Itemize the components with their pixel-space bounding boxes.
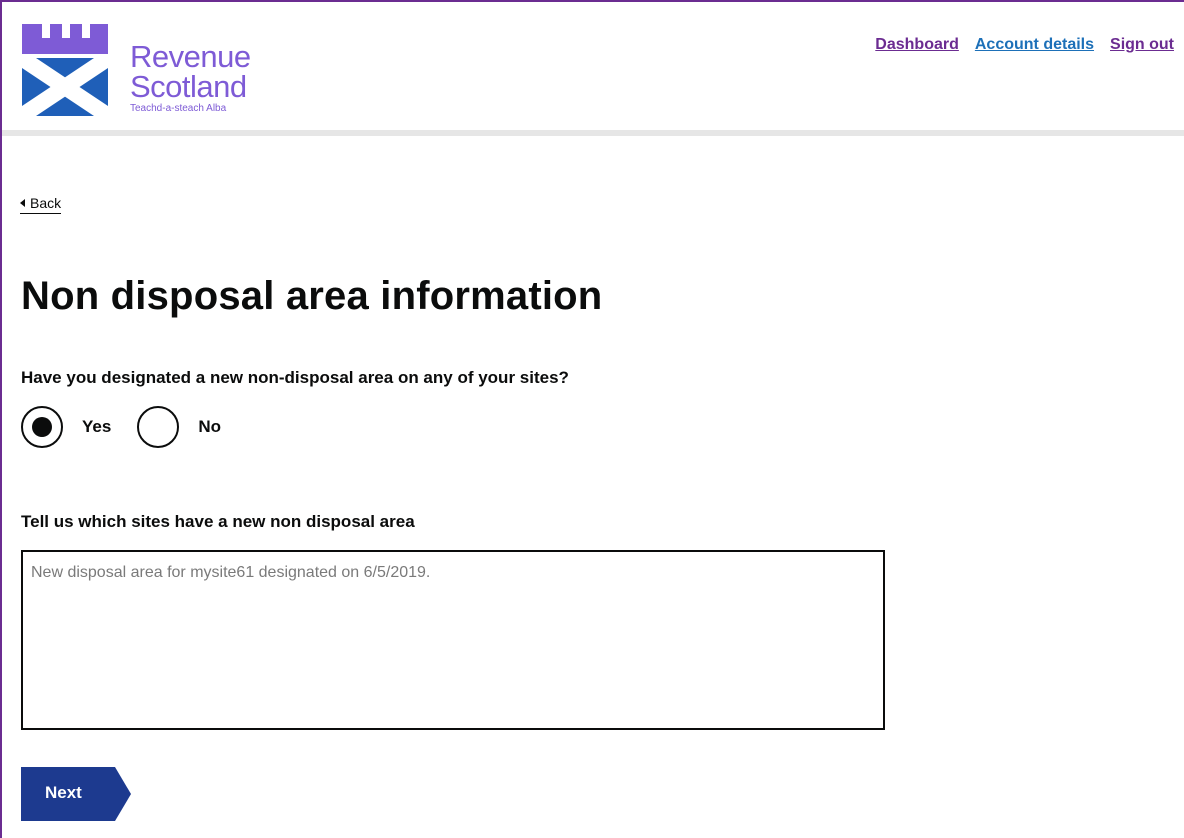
header-divider [2, 130, 1184, 136]
sign-out-link[interactable]: Sign out [1110, 36, 1174, 54]
radio-option-no[interactable]: No [137, 406, 221, 448]
radio-yes-button[interactable] [21, 406, 63, 448]
radio-no-label: No [198, 417, 221, 436]
question-label: Have you designated a new non-disposal a… [21, 368, 569, 387]
back-link[interactable]: Back [20, 195, 62, 214]
site-header: Revenue Scotland Teachd-a-steach Alba Da… [2, 2, 1184, 130]
radio-no-button[interactable] [137, 406, 180, 448]
radio-yes-label: Yes [82, 417, 112, 436]
castle-saltire-icon [22, 24, 108, 116]
back-arrow-icon [20, 199, 25, 207]
radio-selected-dot [32, 417, 52, 437]
sites-field-label: Tell us which sites have a new non dispo… [21, 512, 415, 531]
back-link-label: Back [30, 195, 62, 211]
next-button[interactable]: Next [21, 767, 131, 821]
radio-option-yes[interactable]: Yes [21, 406, 111, 448]
revenue-scotland-logo[interactable]: Revenue Scotland Teachd-a-steach Alba [20, 24, 260, 124]
radio-group: Yes No [21, 406, 247, 448]
logo-scotland: Scotland [130, 69, 247, 104]
logo-wordmark: Revenue Scotland Teachd-a-steach Alba [130, 39, 251, 115]
page-title: Non disposal area information [21, 274, 603, 318]
logo-revenue: Revenue [130, 39, 251, 74]
sites-textarea[interactable] [21, 550, 885, 730]
account-details-link[interactable]: Account details [975, 36, 1094, 54]
logo-gaelic-tagline: Teachd-a-steach Alba [130, 103, 227, 114]
next-button-label: Next [45, 783, 82, 802]
dashboard-link[interactable]: Dashboard [875, 36, 959, 54]
header-nav: Dashboard Account details Sign out [875, 36, 1174, 54]
